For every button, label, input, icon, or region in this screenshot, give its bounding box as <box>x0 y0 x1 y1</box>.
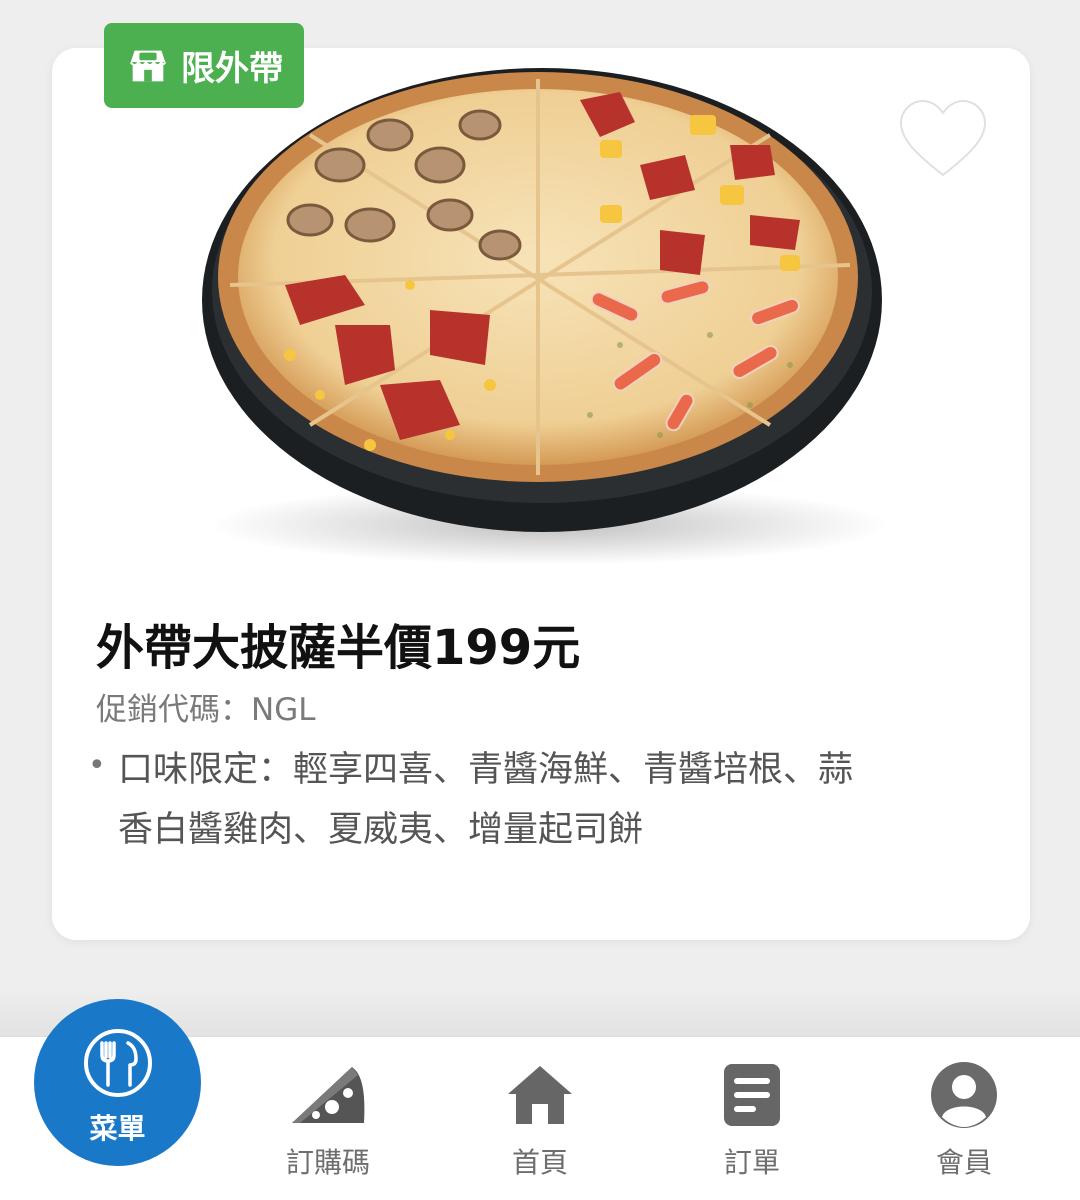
nav-item-menu[interactable]: 菜單 <box>34 999 201 1166</box>
nav-item-orders[interactable]: 訂單 <box>652 1037 852 1200</box>
user-icon <box>924 1059 1004 1131</box>
takeout-only-badge: 限外帶 <box>104 23 304 108</box>
pizza-slice-icon <box>288 1059 368 1131</box>
flavor-line-2: 香白醬雞肉、夏威夷、增量起司餅 <box>118 810 644 850</box>
nav-item-member[interactable]: 會員 <box>864 1037 1064 1200</box>
nav-item-home[interactable]: 首頁 <box>440 1037 640 1200</box>
takeout-badge-label: 限外帶 <box>181 49 283 89</box>
nav-label-member: 會員 <box>935 1146 992 1179</box>
home-icon <box>500 1059 580 1131</box>
store-icon <box>129 50 167 81</box>
pizza-image <box>202 68 890 565</box>
nav-label-menu: 菜單 <box>89 1112 146 1145</box>
nav-label-order-code: 訂購碼 <box>285 1146 370 1179</box>
nav-label-orders: 訂單 <box>723 1146 780 1179</box>
nav-label-home: 首頁 <box>511 1146 568 1179</box>
document-icon <box>712 1059 792 1131</box>
product-title: 外帶大披薩半價199元 <box>96 620 581 676</box>
heart-outline-icon[interactable] <box>895 95 991 183</box>
promo-code: 促銷代碼：NGL <box>96 692 316 728</box>
utensils-icon <box>83 1029 152 1097</box>
flavor-description: 口味限定：輕享四喜、青醬海鮮、青醬培根、蒜 香白醬雞肉、夏威夷、增量起司餅 <box>118 740 998 860</box>
nav-item-order-code[interactable]: 訂購碼 <box>228 1037 428 1200</box>
flavor-line-1: 口味限定：輕享四喜、青醬海鮮、青醬培根、蒜 <box>118 750 854 790</box>
page: 限外帶 外帶大披薩半價199元 促銷代碼：NGL • 口味限定：輕享四喜、青醬海… <box>0 0 1080 1200</box>
bullet-dot: • <box>88 748 106 783</box>
